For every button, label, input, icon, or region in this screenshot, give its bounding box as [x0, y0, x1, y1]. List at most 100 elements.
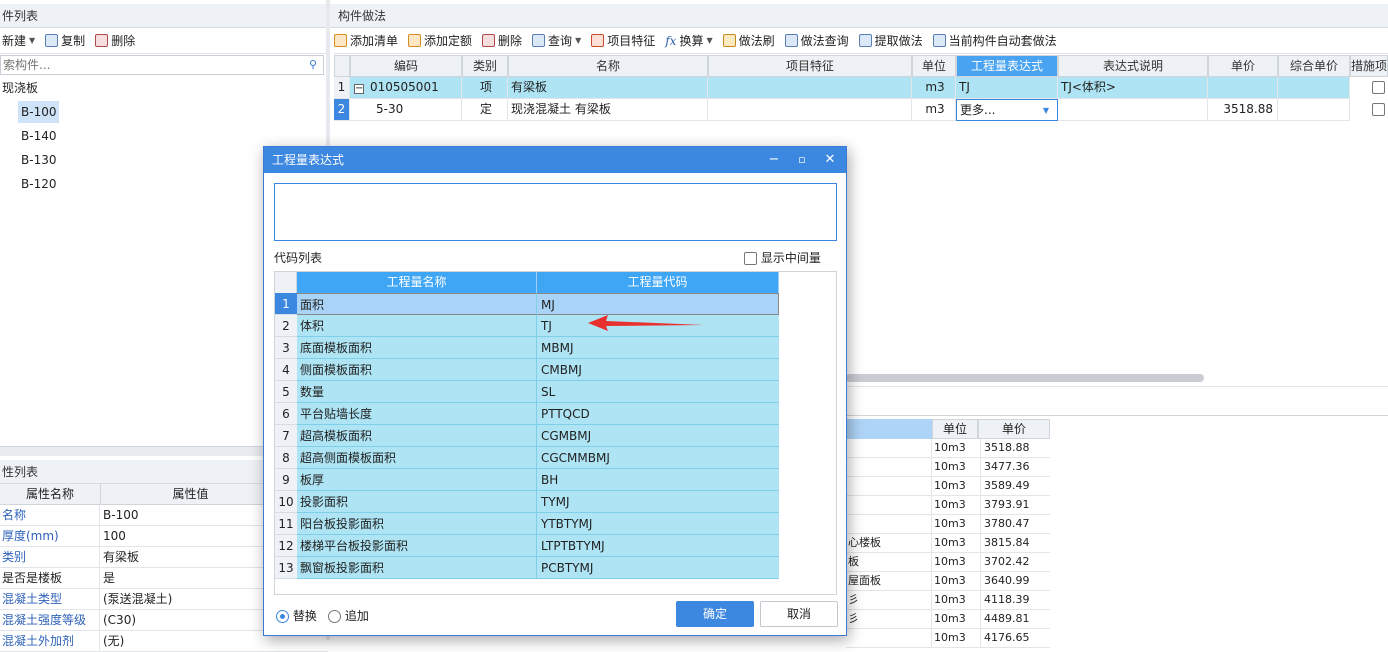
quantity-code[interactable]: PCBTYMJ	[537, 557, 779, 579]
delete-button[interactable]: 删除	[95, 32, 135, 49]
quantity-code[interactable]: CGCMMBMJ	[537, 447, 779, 469]
quantity-code[interactable]: CGMBMJ	[537, 425, 779, 447]
quantity-code[interactable]: YTBTYMJ	[537, 513, 779, 535]
tree-item-b100[interactable]: B-100	[18, 101, 60, 123]
col-header[interactable]: 单价	[1208, 55, 1278, 77]
cell-comp[interactable]	[1278, 99, 1350, 121]
quantity-name[interactable]: 阳台板投影面积	[297, 513, 537, 535]
bottom-table-row[interactable]: 10m3 4176.65	[846, 629, 1050, 648]
expression-input[interactable]	[274, 183, 837, 241]
bottom-table-row[interactable]: 10m3 3477.36	[846, 458, 1050, 477]
cell-expr[interactable]: TJ	[956, 77, 1058, 99]
chevron-down-icon[interactable]: ▼	[1043, 100, 1049, 120]
chevron-down-icon[interactable]: ▼	[575, 36, 581, 45]
component-search[interactable]: ⚲	[0, 55, 324, 75]
col-header[interactable]: 名称	[508, 55, 708, 77]
quantity-name[interactable]: 投影面积	[297, 491, 537, 513]
tree-root[interactable]: 现浇板	[2, 77, 38, 99]
cell-desc[interactable]: TJ<体积>	[1058, 77, 1208, 99]
replace-option[interactable]: 替换	[276, 607, 317, 624]
quantity-name[interactable]: 平台贴墙长度	[297, 403, 537, 425]
bottom-table-row[interactable]: 10m3 3518.88	[846, 439, 1050, 458]
cell-code[interactable]: 5-30	[350, 99, 462, 121]
cell-feature[interactable]	[708, 77, 912, 99]
quantity-name[interactable]: 面积	[297, 293, 537, 315]
quantity-code[interactable]: MBMJ	[537, 337, 779, 359]
code-row[interactable]: 9 板厚 BH	[275, 469, 779, 491]
quantity-code[interactable]: BH	[537, 469, 779, 491]
new-button[interactable]: 新建 ▼	[2, 32, 35, 49]
radio-unchecked-icon[interactable]	[328, 610, 341, 623]
code-row[interactable]: 5 数量 SL	[275, 381, 779, 403]
minimize-icon[interactable]: −	[760, 147, 788, 173]
bottom-table-row[interactable]: 屋面板 10m3 3640.99	[846, 572, 1050, 591]
collapse-icon[interactable]: −	[354, 84, 364, 94]
prop-value[interactable]: 100	[103, 526, 126, 547]
cell-type[interactable]: 定	[462, 99, 508, 121]
auto-method-button[interactable]: 当前构件自动套做法	[932, 32, 1057, 49]
cell-code[interactable]: −010505001	[350, 77, 462, 99]
query-button[interactable]: 查询 ▼	[532, 32, 581, 49]
code-row[interactable]: 3 底面模板面积 MBMJ	[275, 337, 779, 359]
prop-value[interactable]: (C30)	[103, 610, 136, 631]
measure-checkbox[interactable]	[1372, 81, 1385, 94]
quantity-code[interactable]: CMBMJ	[537, 359, 779, 381]
radio-checked-icon[interactable]	[276, 610, 289, 623]
col-header[interactable]: 综合单价	[1278, 55, 1350, 77]
col-header[interactable]: 表达式说明	[1058, 55, 1208, 77]
prop-value[interactable]: (无)	[103, 631, 124, 652]
quantity-code[interactable]: SL	[537, 381, 779, 403]
cell-expr[interactable]: 更多... ▼	[956, 99, 1058, 121]
cell-name[interactable]: 有梁板	[508, 77, 708, 99]
close-icon[interactable]: ✕	[816, 147, 844, 173]
chevron-down-icon[interactable]: ▼	[29, 36, 35, 45]
chevron-down-icon[interactable]: ▼	[706, 36, 712, 45]
prop-value[interactable]: (泵送混凝土)	[103, 589, 172, 610]
code-row[interactable]: 7 超高模板面积 CGMBMJ	[275, 425, 779, 447]
row-number[interactable]: 2	[334, 99, 350, 121]
horizontal-scrollbar[interactable]	[846, 374, 1204, 382]
copy-button[interactable]: 复制	[45, 32, 85, 49]
bottom-table-row[interactable]: 10m3 3589.49	[846, 477, 1050, 496]
cell-unit[interactable]: m3	[912, 77, 956, 99]
cell-type[interactable]: 项	[462, 77, 508, 99]
row-number[interactable]: 1	[334, 77, 350, 99]
code-row[interactable]: 6 平台贴墙长度 PTTQCD	[275, 403, 779, 425]
search-input[interactable]	[1, 56, 291, 74]
quantity-name[interactable]: 侧面模板面积	[297, 359, 537, 381]
code-row[interactable]: 11 阳台板投影面积 YTBTYMJ	[275, 513, 779, 535]
quantity-name[interactable]: 超高模板面积	[297, 425, 537, 447]
col-header[interactable]: 措施项	[1350, 55, 1388, 77]
convert-button[interactable]: fx 换算 ▼	[665, 32, 712, 49]
bottom-table-row[interactable]: 10m3 3780.47	[846, 515, 1050, 534]
code-row[interactable]: 4 侧面模板面积 CMBMJ	[275, 359, 779, 381]
quantity-name[interactable]: 数量	[297, 381, 537, 403]
quantity-name[interactable]: 板厚	[297, 469, 537, 491]
col-header[interactable]: 类别	[462, 55, 508, 77]
tree-item-b120[interactable]: B-120	[21, 173, 56, 195]
col-header[interactable]: 工程量表达式	[956, 55, 1058, 77]
quantity-code[interactable]: MJ	[537, 293, 779, 315]
maximize-icon[interactable]: ▫	[788, 147, 816, 173]
bottom-table-row[interactable]: 彡 10m3 4118.39	[846, 591, 1050, 610]
tree-item-b140[interactable]: B-140	[21, 125, 56, 147]
bottom-table-row[interactable]: 彡 10m3 4489.81	[846, 610, 1050, 629]
cell-price[interactable]	[1208, 77, 1278, 99]
quantity-name[interactable]: 超高侧面模板面积	[297, 447, 537, 469]
col-header[interactable]: 单位	[912, 55, 956, 77]
show-intermediate-toggle[interactable]: 显示中间量	[744, 249, 821, 266]
cell-name[interactable]: 现浇混凝土 有梁板	[508, 99, 708, 121]
show-intermediate-checkbox[interactable]	[744, 252, 757, 265]
quantity-code[interactable]: TYMJ	[537, 491, 779, 513]
quantity-name[interactable]: 楼梯平台板投影面积	[297, 535, 537, 557]
col-header[interactable]: 项目特征	[708, 55, 912, 77]
delete-method-button[interactable]: 删除	[482, 32, 522, 49]
feature-button[interactable]: 项目特征	[591, 32, 655, 49]
append-option[interactable]: 追加	[328, 607, 369, 624]
prop-value[interactable]: 是	[103, 568, 115, 589]
bottom-table-row[interactable]: 心楼板 10m3 3815.84	[846, 534, 1050, 553]
code-row[interactable]: 1 面积 MJ	[275, 293, 779, 315]
col-header[interactable]: 编码	[350, 55, 462, 77]
cell-desc[interactable]	[1058, 99, 1208, 121]
quantity-name[interactable]: 飘窗板投影面积	[297, 557, 537, 579]
